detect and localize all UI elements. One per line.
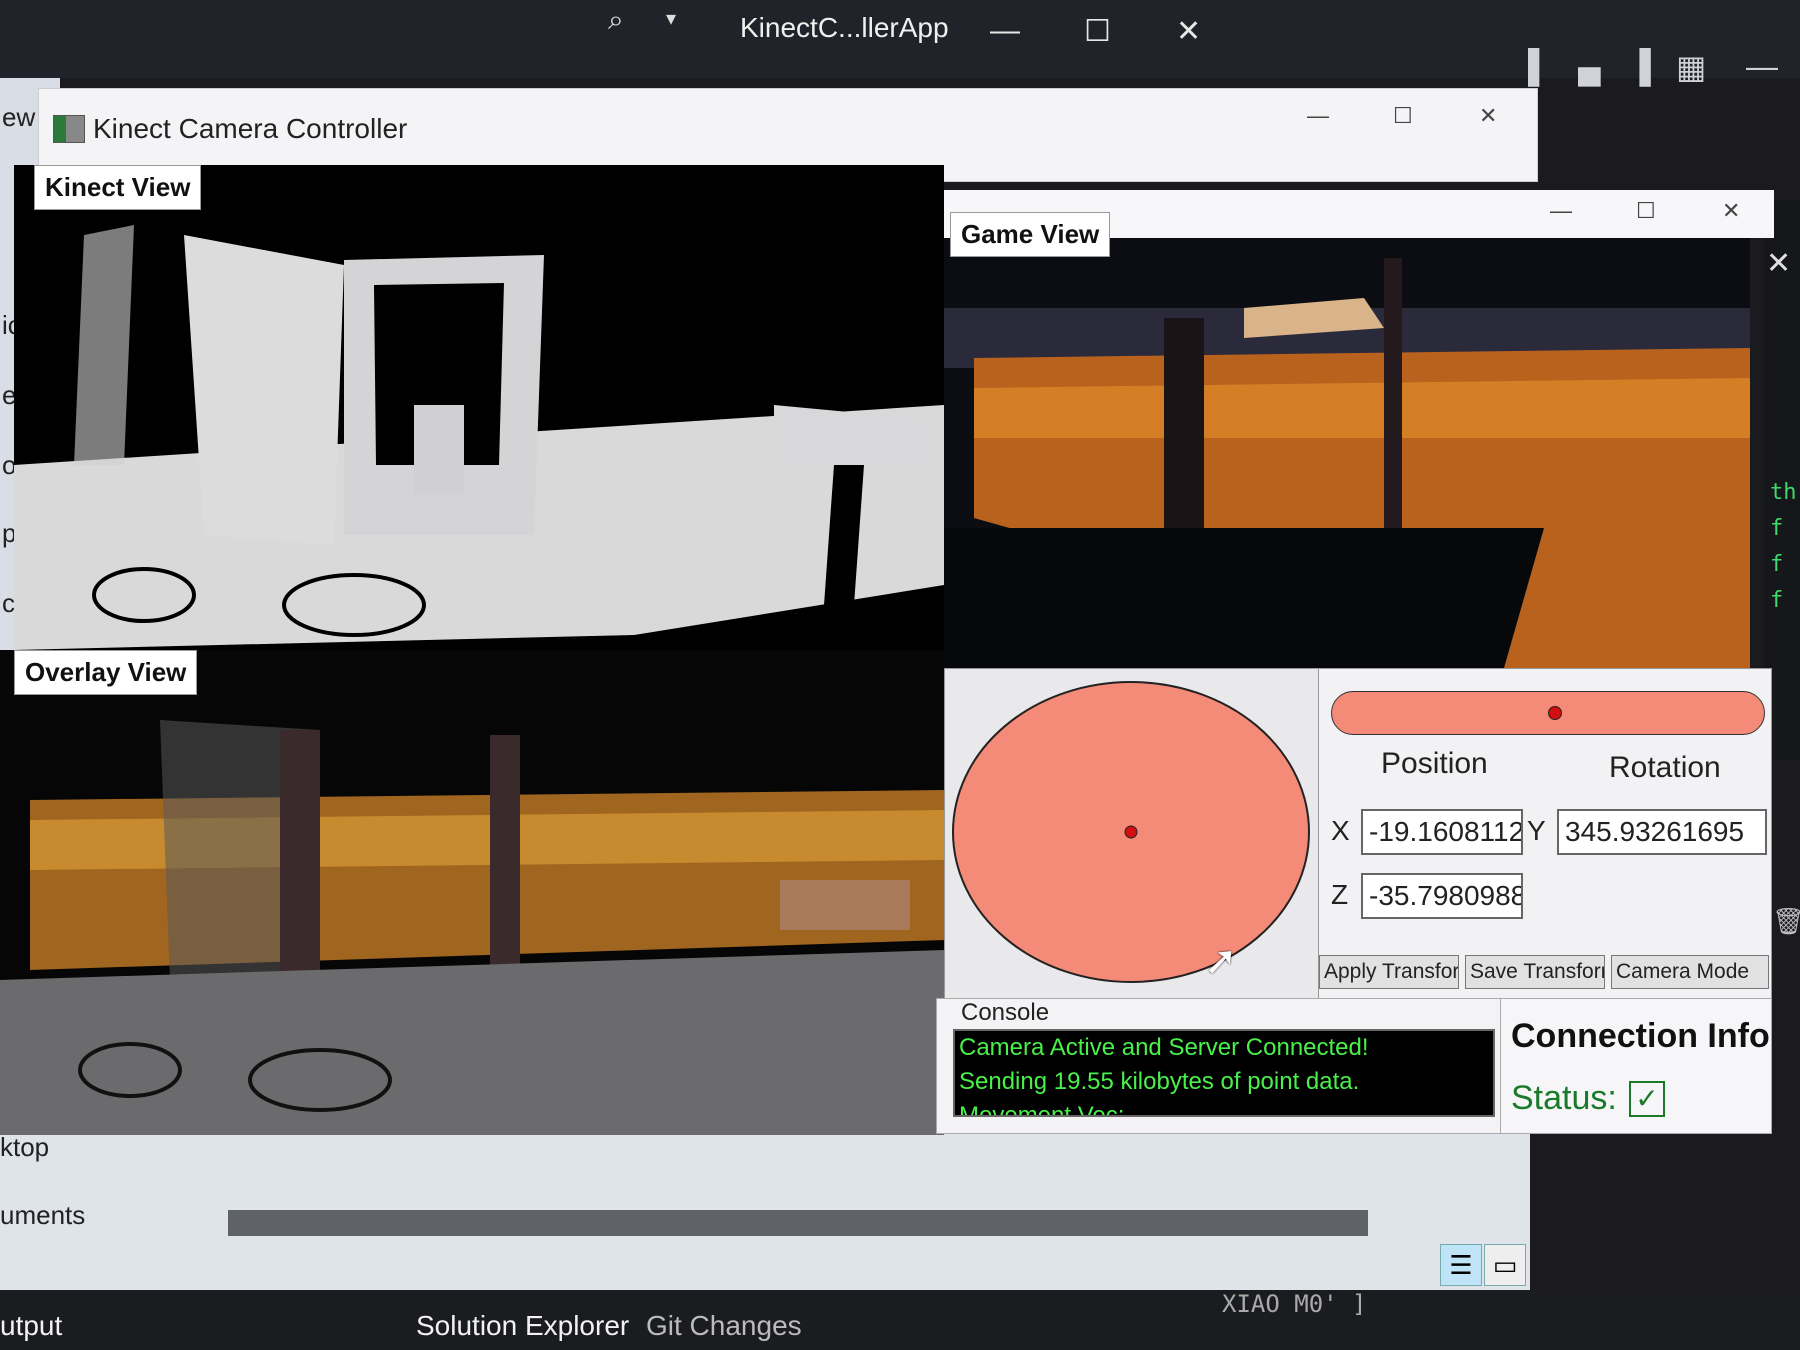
app-icon — [53, 115, 85, 143]
layout-custom-icon[interactable]: ▦ — [1676, 48, 1706, 86]
horizontal-scrollbar[interactable] — [228, 1210, 1368, 1236]
maximize-icon[interactable]: ☐ — [1084, 14, 1111, 49]
tab-git-changes[interactable]: Git Changes — [646, 1310, 802, 1342]
x-label: X — [1331, 815, 1350, 846]
overlay-image — [0, 650, 944, 1135]
z-label: Z — [1331, 879, 1349, 910]
layout-right-icon[interactable]: ▐ — [1628, 48, 1651, 85]
position-x-field[interactable]: -19.16081120 — [1361, 809, 1523, 855]
position-z-field[interactable]: -35.79809886 — [1361, 873, 1523, 919]
code-text: th — [1770, 480, 1797, 505]
overlay-view-label: Overlay View — [14, 650, 198, 695]
joystick-panel — [944, 668, 1320, 1000]
close-icon[interactable]: ✕ — [1766, 246, 1791, 281]
close-icon[interactable]: ✕ — [1479, 103, 1497, 129]
console-line: Movement Vec: — [959, 1102, 1125, 1117]
y-label: Y — [1527, 815, 1546, 846]
minimize-icon[interactable]: — — [1307, 103, 1329, 129]
transform-panel: Position Rotation X -19.16081120 Y 345.9… — [1318, 668, 1772, 1000]
game-view-label: Game View — [950, 212, 1111, 257]
apply-transform-button[interactable]: Apply Transform — [1319, 955, 1459, 989]
overlay-view — [0, 650, 944, 1135]
ide-left-word: ew — [2, 102, 36, 132]
trash-icon[interactable]: 🗑 — [1772, 906, 1800, 937]
ide-bottom-word: ktop — [0, 1132, 50, 1162]
status-checkbox[interactable]: ✓ — [1629, 1081, 1665, 1117]
game-scene-image — [944, 238, 1750, 668]
mouse-cursor-icon: ➚ — [1204, 939, 1238, 983]
slider-thumb[interactable] — [1548, 706, 1562, 720]
code-text: f — [1770, 588, 1784, 613]
console-output[interactable]: Camera Active and Server Connected! Send… — [953, 1029, 1495, 1117]
console-line: Camera Active and Server Connected! — [959, 1034, 1369, 1061]
camera-mode-button[interactable]: Camera Mode — [1611, 955, 1769, 989]
layout-bottom-icon[interactable]: ▄ — [1578, 48, 1601, 85]
single-view-icon[interactable]: ▭ — [1484, 1244, 1526, 1286]
tab-solution-explorer[interactable]: Solution Explorer — [416, 1310, 629, 1342]
kinect-depth-view — [14, 165, 944, 650]
search-icon[interactable]: ⌕ — [608, 4, 624, 37]
ide-status-bar: utput Solution Explorer Git Changes — [0, 1290, 1800, 1350]
ide-bottom-word: uments — [0, 1200, 86, 1230]
minimize-icon[interactable]: — — [1746, 48, 1778, 85]
close-icon[interactable]: ✕ — [1722, 198, 1740, 224]
joystick-pad[interactable] — [945, 669, 1319, 999]
view-toggle: ☰ ▭ — [1440, 1244, 1526, 1286]
minimize-icon[interactable]: — — [990, 14, 1020, 48]
console-line: Sending 19.55 kilobytes of point data. — [959, 1068, 1360, 1095]
minimize-icon[interactable]: — — [1550, 198, 1572, 224]
chevron-down-icon[interactable]: ▾ — [666, 6, 676, 31]
tab-output[interactable]: utput — [0, 1310, 62, 1342]
rotation-y-field[interactable]: 345.93261695 — [1557, 809, 1767, 855]
maximize-icon[interactable]: ☐ — [1393, 103, 1413, 129]
ide-left-word: op — [2, 18, 31, 48]
rotation-header: Rotation — [1609, 751, 1721, 784]
depth-image — [14, 165, 944, 650]
status-label: Status: — [1511, 1079, 1617, 1117]
terminal-text: XIAO M0' ] — [1222, 1290, 1367, 1318]
layout-left-icon[interactable]: ▌ — [1528, 48, 1551, 85]
save-transform-button[interactable]: Save Transform — [1465, 955, 1605, 989]
console-group: Console Camera Active and Server Connect… — [936, 998, 1502, 1134]
rotation-slider[interactable] — [1331, 691, 1765, 735]
connection-info-panel: Connection Info Status: ✓ — [1500, 998, 1772, 1134]
position-header: Position — [1381, 747, 1488, 780]
ide-layout-toolbar: ▌ ▄ ▐ ▦ — — [1528, 48, 1800, 104]
kinect-view-label: Kinect View — [34, 165, 202, 210]
close-icon[interactable]: ✕ — [1176, 14, 1201, 49]
connection-info-title: Connection Info — [1511, 1017, 1770, 1055]
console-legend: Console — [957, 999, 1054, 1027]
game-view — [944, 238, 1750, 668]
code-text: f — [1770, 516, 1784, 541]
code-text: f — [1770, 552, 1784, 577]
joystick-knob[interactable] — [1124, 825, 1138, 839]
maximize-icon[interactable]: ☐ — [1636, 198, 1656, 224]
ide-window-title: KinectC...llerApp — [740, 12, 949, 43]
app-title: Kinect Camera Controller — [93, 113, 408, 144]
list-view-icon[interactable]: ☰ — [1440, 1244, 1482, 1286]
